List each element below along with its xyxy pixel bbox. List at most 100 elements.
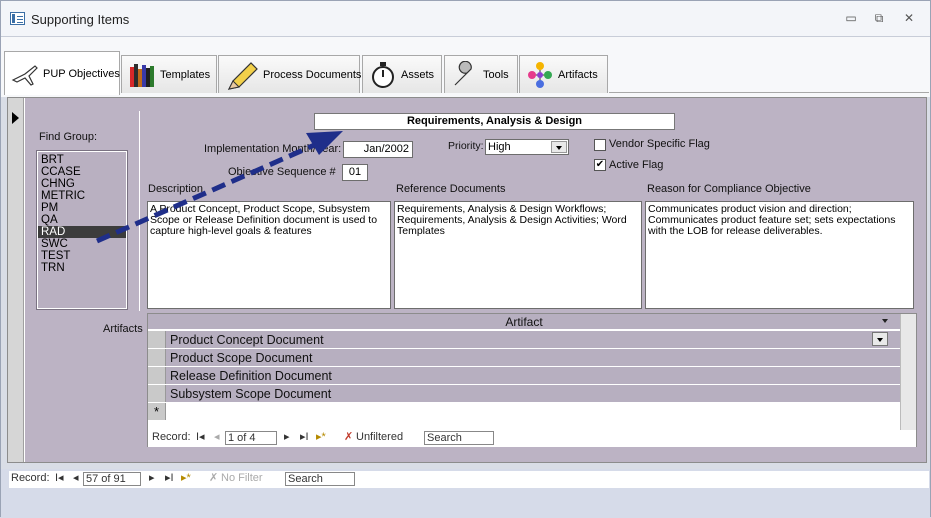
group-item[interactable]: SWC — [38, 238, 126, 250]
tab-label: Templates — [160, 68, 211, 81]
table-row[interactable]: Product Scope Document — [148, 349, 900, 367]
artifacts-label: Artifacts — [103, 323, 143, 335]
group-item[interactable]: TEST — [38, 250, 126, 262]
prev-record-button[interactable]: ◂ — [214, 430, 220, 445]
new-row[interactable]: * — [148, 403, 900, 421]
row-selector[interactable] — [148, 385, 166, 402]
description-field[interactable]: A Product Concept, Product Scope, Subsys… — [147, 201, 391, 309]
artifact-cell[interactable]: Subsystem Scope Document — [170, 386, 331, 402]
record-selector[interactable] — [8, 98, 24, 462]
row-selector[interactable]: * — [148, 403, 166, 420]
group-item[interactable]: TRN — [38, 262, 126, 274]
row-selector[interactable] — [148, 331, 166, 348]
group-item[interactable]: PM — [38, 202, 126, 214]
tab-templates[interactable]: Templates — [121, 55, 217, 93]
filter-icon: ✗ — [344, 431, 354, 443]
new-record-button[interactable]: ▸* — [181, 471, 191, 486]
tab-strip: PUP Objectives Templates Process Documen… — [1, 37, 930, 97]
filter-status[interactable]: Unfiltered — [356, 430, 403, 445]
column-header-label: Artifact — [505, 315, 543, 329]
wrench-icon — [451, 60, 479, 89]
group-item[interactable]: METRIC — [38, 190, 126, 202]
row-selector[interactable] — [148, 349, 166, 366]
window-title: Supporting Items — [31, 12, 130, 27]
subform-search-input[interactable]: Search — [424, 431, 494, 445]
new-record-button[interactable]: ▸* — [316, 430, 326, 445]
tab-label: Process Documents — [263, 68, 362, 81]
tab-label: Assets — [401, 68, 435, 81]
priority-label: Priority: — [448, 140, 484, 152]
tab-artifacts[interactable]: Artifacts — [519, 55, 608, 93]
active-flag-checkbox[interactable]: ✔ — [594, 159, 606, 171]
record-label: Record: — [152, 431, 191, 443]
divider — [139, 111, 140, 311]
artifact-cell[interactable]: Product Scope Document — [170, 350, 312, 366]
reason-label: Reason for Compliance Objective — [647, 183, 811, 195]
airplane-icon — [11, 60, 39, 88]
tab-tools[interactable]: Tools — [444, 55, 518, 93]
row-selector[interactable] — [148, 367, 166, 384]
seq-label: Objective Sequence # — [228, 166, 336, 178]
artifact-cell[interactable]: Product Concept Document — [170, 332, 324, 348]
close-button[interactable]: ✕ — [899, 9, 919, 27]
last-record-button[interactable]: ▸I — [300, 430, 309, 445]
app-window: Supporting Items ▭ ⧉ ✕ PUP Objectives Te… — [0, 0, 931, 517]
tab-label: Tools — [483, 68, 509, 81]
chevron-down-icon[interactable] — [551, 141, 567, 153]
first-record-button[interactable]: I◂ — [55, 471, 64, 486]
restore-button[interactable]: ⧉ — [869, 9, 889, 27]
filter-icon: ✗ — [209, 472, 219, 484]
subform-scrollbar[interactable] — [900, 314, 916, 430]
find-group-label: Find Group: — [39, 131, 98, 143]
next-record-button[interactable]: ▸ — [284, 430, 290, 445]
reference-label: Reference Documents — [396, 183, 506, 195]
group-item[interactable]: BRT — [38, 154, 126, 166]
chevron-down-icon[interactable] — [882, 319, 888, 323]
artifact-column-header[interactable]: Artifact — [148, 314, 900, 330]
priority-combo[interactable]: High — [485, 139, 569, 155]
next-record-button[interactable]: ▸ — [149, 471, 155, 486]
reference-field[interactable]: Requirements, Analysis & Design Workflow… — [394, 201, 642, 309]
find-group-list[interactable]: BRT CCASE CHNG METRIC PM QA RAD SWC TEST TRN — [36, 150, 128, 310]
description-label: Description — [148, 183, 204, 195]
impl-label: Implementation Month/Year: — [204, 143, 342, 155]
artifact-cell[interactable]: Release Definition Document — [170, 368, 332, 384]
first-record-button[interactable]: I◂ — [196, 430, 205, 445]
molecule-icon — [526, 61, 554, 89]
tab-process-documents[interactable]: Process Documents — [218, 55, 362, 93]
tab-baseline — [609, 92, 929, 93]
pencil-icon — [225, 61, 259, 90]
impl-field[interactable]: Jan/2002 — [343, 141, 413, 158]
status-area: Record: I◂ ◂ 57 of 91 ▸ ▸I ▸* ✗ No Filte… — [1, 469, 930, 517]
chevron-down-icon[interactable] — [872, 332, 888, 346]
tab-label: PUP Objectives — [43, 67, 120, 80]
active-flag-label: Active Flag — [609, 159, 664, 171]
table-row[interactable]: Product Concept Document — [148, 331, 900, 349]
tab-assets[interactable]: Assets — [362, 55, 442, 93]
record-position-field[interactable]: 1 of 4 — [225, 431, 277, 445]
form-icon — [10, 12, 25, 25]
vendor-flag-checkbox[interactable] — [594, 139, 606, 151]
record-position-field[interactable]: 57 of 91 — [83, 472, 141, 486]
stopwatch-icon — [369, 61, 397, 89]
artifacts-subform: Artifact Product Concept Document Product… — [147, 313, 917, 447]
filter-status[interactable]: No Filter — [221, 471, 263, 486]
group-item[interactable]: QA — [38, 214, 126, 226]
main-search-input[interactable]: Search — [285, 472, 355, 486]
group-item[interactable]: RAD — [38, 226, 126, 238]
main-navbar: Record: I◂ ◂ 57 of 91 ▸ ▸I ▸* ✗ No Filte… — [9, 471, 929, 488]
table-row[interactable]: Release Definition Document — [148, 367, 900, 385]
group-item[interactable]: CCASE — [38, 166, 126, 178]
reason-field[interactable]: Communicates product vision and directio… — [645, 201, 914, 309]
group-header: Requirements, Analysis & Design — [314, 113, 675, 130]
minimize-button[interactable]: ▭ — [841, 9, 861, 27]
vendor-flag-label: Vendor Specific Flag — [609, 138, 710, 150]
last-record-button[interactable]: ▸I — [165, 471, 174, 486]
tab-pup-objectives[interactable]: PUP Objectives — [4, 51, 120, 95]
prev-record-button[interactable]: ◂ — [73, 471, 79, 486]
record-label: Record: — [11, 472, 50, 484]
table-row[interactable]: Subsystem Scope Document — [148, 385, 900, 403]
seq-field[interactable]: 01 — [342, 164, 368, 181]
priority-value: High — [488, 141, 511, 153]
group-item[interactable]: CHNG — [38, 178, 126, 190]
